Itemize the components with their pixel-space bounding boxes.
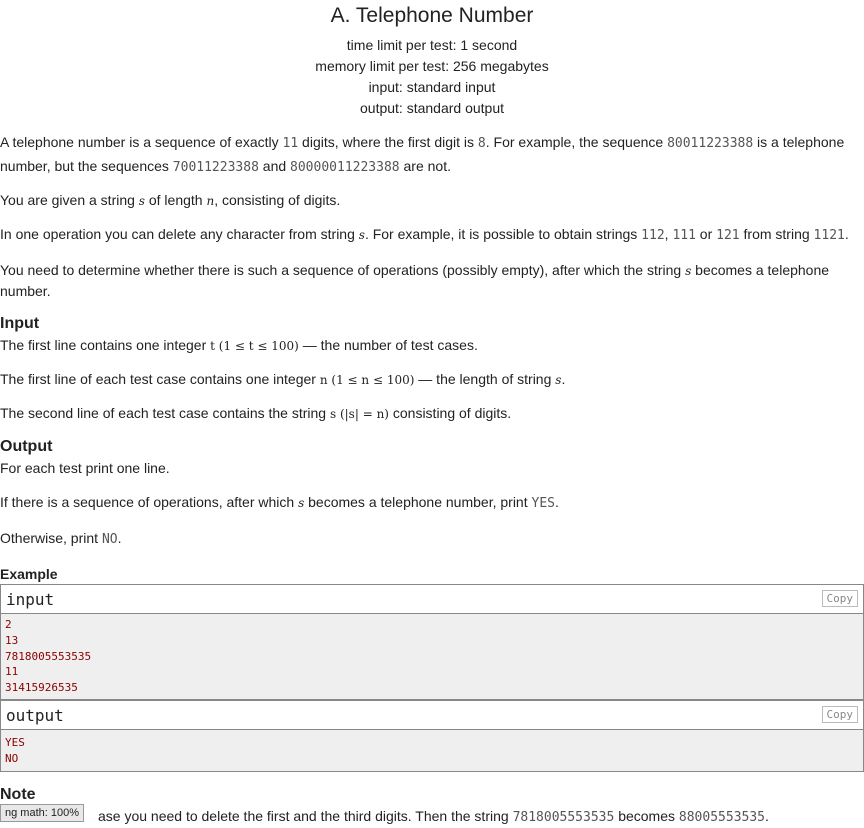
- memory-limit: memory limit per test: 256 megabytes: [315, 58, 549, 74]
- code: 8: [477, 136, 486, 151]
- copy-input-button[interactable]: Copy: [821, 590, 858, 607]
- example-input-line: 7818005553535: [5, 649, 92, 663]
- example-output-line: NO: [5, 751, 19, 765]
- text: or: [695, 226, 717, 242]
- input-line-3: The second line of each test case contai…: [0, 403, 862, 425]
- text: , consisting of digits.: [214, 192, 341, 208]
- text: digits, where the first digit is: [298, 134, 478, 150]
- example-heading: Example: [0, 566, 58, 582]
- text: becomes: [614, 808, 679, 824]
- output-heading: Output: [0, 438, 53, 455]
- text: You are given a string: [0, 192, 139, 208]
- math: s (|s| = n): [329, 407, 389, 421]
- text: — the length of string: [414, 371, 556, 387]
- text: If there is a sequence of operations, af…: [0, 494, 299, 510]
- code: 1121: [813, 228, 845, 243]
- problem-title: A. Telephone Number: [330, 4, 534, 27]
- output-line-1: For each test print one line.: [0, 460, 170, 476]
- input-spec: input: standard input: [368, 79, 496, 95]
- text: are not.: [399, 158, 451, 174]
- problem-meta: time limit per test: 1 second memory lim…: [0, 35, 864, 119]
- statement-paragraph-2: You are given a string s of length n, co…: [0, 190, 862, 212]
- math: t (1 ≤ t ≤ 100): [210, 339, 299, 353]
- example-output-label: output: [6, 706, 64, 725]
- text: .: [561, 371, 566, 387]
- code: YES: [531, 496, 555, 511]
- code: 80011223388: [667, 136, 754, 151]
- text: Otherwise, print: [0, 530, 102, 546]
- example-output-line: YES: [5, 736, 25, 749]
- note-heading: Note: [0, 786, 36, 803]
- output-spec: output: standard output: [360, 100, 504, 116]
- code: 11: [282, 136, 299, 151]
- statement-paragraph-3: In one operation you can delete any char…: [0, 224, 862, 246]
- text: .: [117, 530, 122, 546]
- text: — the number of test cases.: [298, 337, 478, 353]
- text: becomes a telephone number, print: [304, 494, 532, 510]
- text: .: [765, 808, 769, 824]
- text: The first line of each test case contain…: [0, 371, 320, 387]
- copy-output-button[interactable]: Copy: [821, 706, 858, 723]
- text: A telephone number is a sequence of exac…: [0, 134, 283, 150]
- example-input-line: 2: [5, 618, 12, 631]
- text: . For example, it is possible to obtain …: [364, 226, 642, 242]
- statement-paragraph-1: A telephone number is a sequence of exac…: [0, 131, 862, 179]
- output-line-3: Otherwise, print NO.: [0, 528, 862, 550]
- statement-paragraph-4: You need to determine whether there is s…: [0, 260, 862, 301]
- example-input-line: 13: [5, 633, 19, 647]
- text: and: [258, 158, 291, 174]
- example-input-label: input: [6, 590, 55, 609]
- code: 80000011223388: [290, 160, 400, 175]
- text: In one operation you can delete any char…: [0, 226, 359, 242]
- text: .: [554, 494, 559, 510]
- code: 112: [641, 228, 665, 243]
- example-input-content[interactable]: 2 13 7818005553535 11 31415926535: [1, 614, 863, 699]
- math-status-indicator: ng math: 100%: [0, 804, 84, 822]
- input-line-2: The first line of each test case contain…: [0, 369, 862, 391]
- code: 70011223388: [172, 160, 259, 175]
- example-input-line: 11: [5, 665, 19, 679]
- code: 88005553535: [678, 810, 765, 825]
- math: n (1 ≤ n ≤ 100): [319, 373, 415, 387]
- text: ase you need to delete the first and the…: [98, 808, 513, 824]
- input-heading: Input: [0, 315, 40, 332]
- text: of length: [144, 192, 207, 208]
- output-line-2: If there is a sequence of operations, af…: [0, 492, 862, 514]
- text: The second line of each test case contai…: [0, 405, 330, 421]
- text: from string: [739, 226, 814, 242]
- code: NO: [101, 532, 118, 547]
- code: 121: [716, 228, 740, 243]
- note-text: ase you need to delete the first and the…: [98, 806, 858, 828]
- example-output-header: output Copy: [1, 700, 863, 730]
- example-output-box: output Copy YES NO: [0, 700, 864, 772]
- example-input-line: 31415926535: [5, 681, 78, 695]
- text: The first line contains one integer: [0, 337, 211, 353]
- time-limit: time limit per test: 1 second: [346, 37, 518, 53]
- example-input-box: input Copy 2 13 7818005553535 11 3141592…: [0, 584, 864, 700]
- example-input-header: input Copy: [1, 585, 863, 614]
- example-output-content[interactable]: YES NO: [1, 730, 863, 771]
- text: .: [844, 226, 849, 242]
- input-line-1: The first line contains one integer t (1…: [0, 335, 862, 357]
- code: 111: [672, 228, 696, 243]
- code: 7818005553535: [512, 810, 615, 825]
- text: . For example, the sequence: [485, 134, 668, 150]
- text: You need to determine whether there is s…: [0, 262, 686, 278]
- text: consisting of digits.: [388, 405, 512, 421]
